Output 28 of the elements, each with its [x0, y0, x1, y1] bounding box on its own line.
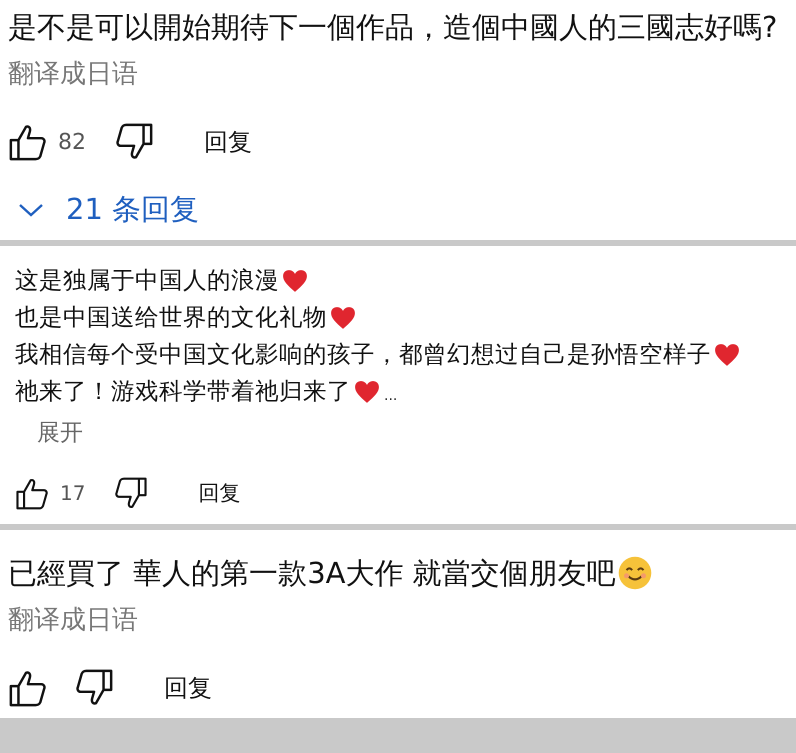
- translate-link[interactable]: 翻译成日语: [8, 600, 138, 640]
- comment-text: 我相信每个受中国文化影响的孩子，都曾幻想过自己是孙悟空样子: [15, 339, 711, 370]
- comment-text: 是不是可以開始期待下一個作品，造個中國人的三國志好嗎?: [8, 9, 778, 46]
- replies-link[interactable]: 21 条回复: [18, 180, 200, 240]
- reply-button[interactable]: 回复: [204, 126, 252, 158]
- thumbs-down-icon[interactable]: [115, 476, 148, 510]
- translate-link[interactable]: 翻译成日语: [8, 54, 138, 94]
- like-count: 17: [60, 481, 86, 505]
- heart-icon: [354, 380, 380, 404]
- thumbs-down-icon[interactable]: [116, 123, 154, 161]
- smiley-icon: [618, 556, 652, 590]
- comment-text: 已經買了 華人的第一款3A大作 就當交個朋友吧: [8, 555, 616, 592]
- comment-text: 祂来了！游戏科学带着祂归来了: [15, 376, 351, 407]
- thumbs-up-icon[interactable]: [15, 476, 48, 510]
- thumbs-up-icon[interactable]: [8, 669, 46, 707]
- expand-link[interactable]: 展开: [37, 416, 83, 450]
- heart-icon: [330, 306, 356, 330]
- thumbs-up-icon[interactable]: [8, 123, 46, 161]
- comment-text: 这是独属于中国人的浪漫: [15, 265, 279, 296]
- like-count: 82: [58, 130, 86, 154]
- ellipsis: ...: [384, 387, 398, 406]
- reply-button[interactable]: 回复: [198, 479, 240, 507]
- thumbs-down-icon[interactable]: [76, 669, 114, 707]
- comment-text: 也是中国送给世界的文化礼物: [15, 302, 327, 333]
- heart-icon: [282, 268, 308, 292]
- chevron-down-icon: [18, 202, 44, 218]
- reply-button[interactable]: 回复: [164, 672, 212, 704]
- heart-icon: [714, 342, 740, 366]
